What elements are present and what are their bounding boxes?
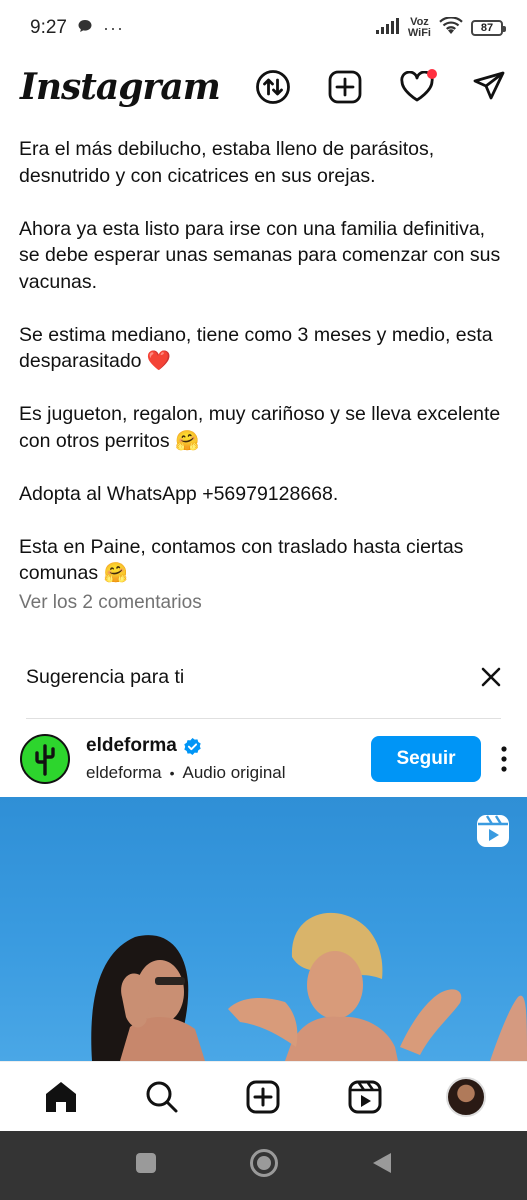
- instagram-logo[interactable]: Instagram: [20, 66, 221, 108]
- battery-icon: 87: [471, 20, 506, 36]
- header-actions: [255, 69, 507, 105]
- follow-button[interactable]: Seguir: [371, 736, 481, 782]
- suggested-account: eldeforma eldeforma • Audio original Seg…: [20, 730, 517, 788]
- signal-icon: [375, 17, 400, 39]
- chat-bubble-icon: [77, 18, 93, 39]
- suggestion-title: Sugerencia para ti: [26, 665, 185, 688]
- activity-icon: [256, 70, 290, 104]
- reel-video[interactable]: [0, 797, 527, 1061]
- plus-square-icon: [328, 70, 362, 104]
- bottom-navigation: [0, 1061, 527, 1131]
- direct-messages-button[interactable]: [471, 69, 507, 105]
- plus-square-icon: [246, 1080, 280, 1113]
- view-comments-link[interactable]: Ver los 2 comentarios: [19, 592, 202, 614]
- suggestion-header: Sugerencia para ti: [26, 656, 507, 698]
- app-header: Instagram: [0, 56, 527, 118]
- wifi-label: WiFi: [407, 27, 431, 39]
- account-info: eldeforma eldeforma • Audio original: [86, 735, 286, 783]
- caption-paragraph: Ahora ya esta listo para irse con una fa…: [19, 217, 501, 293]
- more-notifications-icon: ···: [102, 17, 124, 38]
- nav-create[interactable]: [241, 1075, 285, 1119]
- account-subtitle: eldeforma • Audio original: [86, 763, 286, 783]
- post-caption: Era el más debilucho, estaba lleno de pa…: [19, 136, 509, 587]
- verified-badge-icon: [184, 737, 201, 755]
- home-icon: [45, 1081, 76, 1112]
- nav-profile[interactable]: [444, 1075, 488, 1119]
- system-navigation-bar: [0, 1131, 527, 1200]
- caption-paragraph: Es jugueton, regalon, muy cariñoso y se …: [19, 403, 501, 452]
- nav-home[interactable]: [39, 1075, 83, 1119]
- circle-icon: [249, 1149, 278, 1177]
- reels-icon: [348, 1080, 382, 1113]
- dismiss-suggestion-button[interactable]: [475, 661, 507, 693]
- more-vertical-icon: [501, 746, 507, 772]
- separator: •: [169, 765, 175, 781]
- close-icon: [481, 667, 501, 687]
- account-handle: eldeforma: [86, 763, 162, 782]
- search-icon: [146, 1081, 178, 1112]
- status-time: 9:27: [30, 17, 67, 38]
- audio-link[interactable]: Audio original: [183, 763, 286, 783]
- home-system-button[interactable]: [249, 1148, 279, 1183]
- caption-paragraph: Se estima mediano, tiene como 3 meses y …: [19, 323, 493, 373]
- notification-dot: [427, 69, 437, 79]
- profile-avatar: [446, 1076, 487, 1117]
- nav-search[interactable]: [140, 1075, 184, 1119]
- back-triangle-icon: [372, 1153, 391, 1173]
- recents-button[interactable]: [135, 1152, 157, 1179]
- divider: [26, 718, 501, 719]
- voz-wifi-label: Voz WiFi: [408, 17, 431, 39]
- notifications-button[interactable]: [399, 69, 437, 105]
- paper-plane-icon: [473, 71, 505, 100]
- account-name[interactable]: eldeforma: [86, 735, 177, 757]
- nav-reels[interactable]: [343, 1075, 387, 1119]
- avatar[interactable]: [20, 734, 70, 784]
- account-name-row[interactable]: eldeforma: [86, 735, 286, 757]
- more-options-button[interactable]: [491, 736, 517, 782]
- create-button[interactable]: [327, 69, 363, 105]
- status-left: 9:27 ···: [30, 17, 124, 39]
- reels-icon: [475, 813, 511, 849]
- cactus-icon: [35, 744, 55, 776]
- status-bar: 9:27 ··· Voz WiFi 87: [0, 0, 527, 56]
- reel-scene: [91, 912, 527, 1061]
- activity-button[interactable]: [255, 69, 291, 105]
- caption-paragraph: Adopta al WhatsApp +56979128668.: [19, 482, 339, 505]
- caption-paragraph: Era el más debilucho, estaba lleno de pa…: [19, 138, 435, 187]
- wifi-icon: [439, 15, 463, 40]
- square-icon: [135, 1153, 156, 1173]
- back-button[interactable]: [371, 1151, 393, 1180]
- caption-paragraph: Esta en Paine, contamos con traslado has…: [19, 535, 464, 585]
- status-right: Voz WiFi 87: [375, 15, 506, 40]
